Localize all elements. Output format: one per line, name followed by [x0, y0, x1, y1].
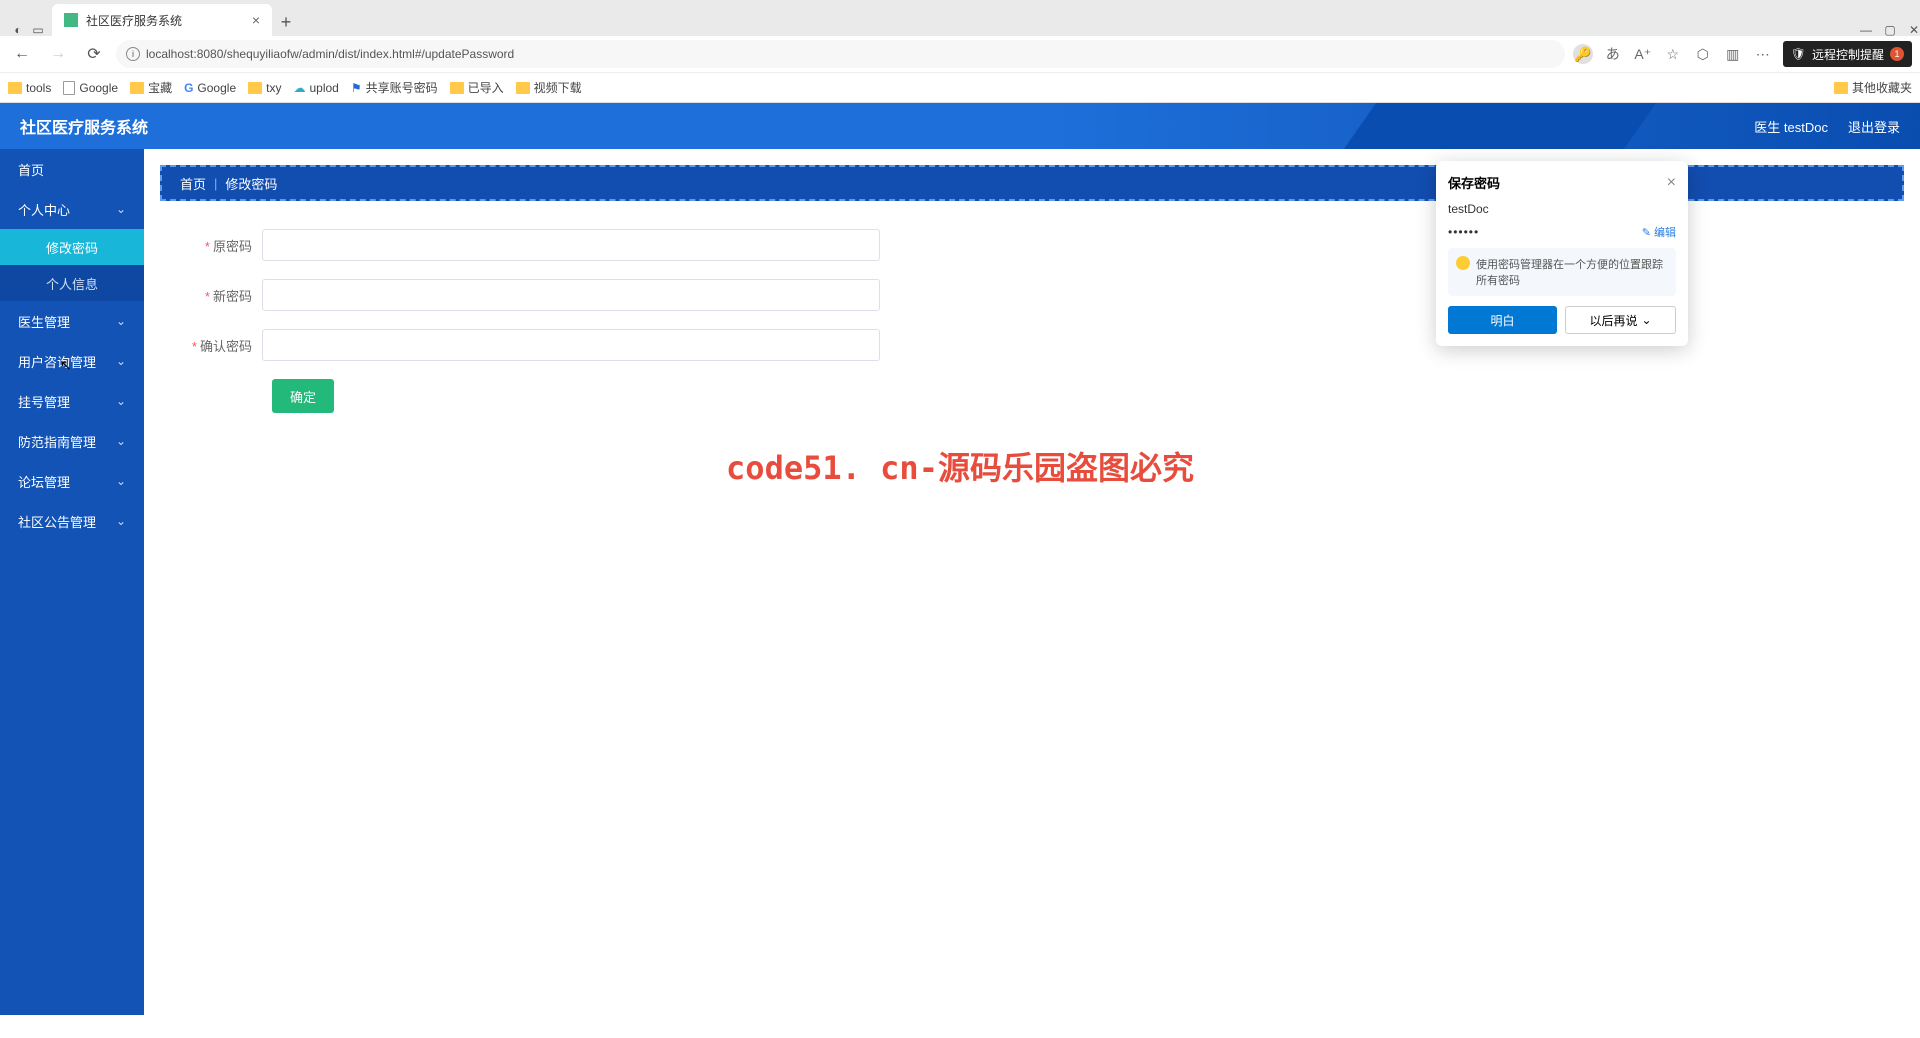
breadcrumb-current: 修改密码 — [225, 174, 277, 193]
read-aloud-icon[interactable]: A⁺ — [1633, 44, 1653, 64]
folder-icon — [1834, 82, 1848, 94]
bookmark-item[interactable]: txy — [248, 81, 281, 95]
bookmark-item[interactable]: Google — [63, 81, 118, 95]
dialog-tip: 使用密码管理器在一个方便的位置跟踪所有密码 — [1448, 248, 1676, 296]
folder-icon — [450, 82, 464, 94]
chevron-down-icon: ⌄ — [1641, 313, 1651, 327]
vue-favicon-icon — [64, 13, 78, 27]
refresh-button[interactable]: ⟳ — [80, 40, 108, 68]
logout-link[interactable]: 退出登录 — [1848, 117, 1900, 136]
share-icon: ⚑ — [351, 81, 362, 95]
chevron-down-icon: ⌄ — [116, 394, 126, 408]
cursor-icon: ↖ — [60, 357, 72, 374]
sidebar-home[interactable]: 首页 — [0, 149, 144, 189]
collections-icon[interactable]: ▥ — [1723, 44, 1743, 64]
new-tab-button[interactable]: + — [272, 8, 300, 36]
google-icon: G — [184, 81, 193, 95]
browser-chrome: ◐ ▭ 社区医疗服务系统 × + — ▢ ✕ ← → ⟳ i localhost… — [0, 0, 1920, 103]
password-form: *原密码 *新密码 *确认密码 确定 — [180, 229, 880, 413]
info-icon[interactable]: i — [126, 47, 140, 61]
close-window-icon[interactable]: ✕ — [1908, 24, 1920, 36]
minimize-icon[interactable]: — — [1860, 24, 1872, 36]
app-header: 社区医疗服务系统 医生 testDoc 退出登录 — [0, 103, 1920, 149]
input-new-password[interactable] — [262, 279, 880, 311]
bookmark-item[interactable]: 已导入 — [450, 79, 504, 96]
submit-button[interactable]: 确定 — [272, 379, 334, 413]
sidebar-item-register[interactable]: 挂号管理⌄ — [0, 381, 144, 421]
dialog-later-button[interactable]: 以后再说⌄ — [1565, 306, 1676, 334]
folder-icon — [8, 82, 22, 94]
bookmark-other[interactable]: 其他收藏夹 — [1834, 79, 1912, 96]
sidebar-item-consult[interactable]: 用户咨询管理⌄ — [0, 341, 144, 381]
tab-close-icon[interactable]: × — [252, 12, 260, 28]
tab-strip: ◐ ▭ 社区医疗服务系统 × + — ▢ ✕ — [0, 0, 1920, 36]
folder-icon — [248, 82, 262, 94]
watermark-big: code51. cn-源码乐园盗图必究 — [726, 443, 1194, 489]
chevron-down-icon: ⌄ — [116, 314, 126, 328]
sidebar-subitem-changepwd[interactable]: 修改密码 — [0, 229, 144, 265]
back-button[interactable]: ← — [8, 40, 36, 68]
bookmark-item[interactable]: tools — [8, 81, 51, 95]
forward-button[interactable]: → — [44, 40, 72, 68]
extensions-icon[interactable]: ⬡ — [1693, 44, 1713, 64]
bookmarks-bar: tools Google 宝藏 GGoogle txy ☁uplod ⚑共享账号… — [0, 72, 1920, 102]
folder-icon — [130, 82, 144, 94]
saved-username: testDoc — [1448, 202, 1489, 216]
sidebar: 首页 个人中心⌄ 修改密码 个人信息 医生管理⌄ 用户咨询管理⌄ 挂号管理⌄ 防… — [0, 149, 144, 1015]
browser-tab[interactable]: 社区医疗服务系统 × — [52, 4, 272, 36]
bookmark-item[interactable]: 宝藏 — [130, 79, 172, 96]
chevron-down-icon: ⌄ — [116, 354, 126, 368]
profile-icon[interactable]: ◐ — [12, 24, 24, 36]
translate-icon[interactable]: あ — [1603, 44, 1623, 64]
breadcrumb-home[interactable]: 首页 — [180, 174, 206, 193]
lightbulb-icon — [1456, 256, 1470, 270]
cloud-icon: ☁ — [293, 81, 305, 95]
chevron-down-icon: ⌄ — [116, 434, 126, 448]
url-text: localhost:8080/shequyiliaofw/admin/dist/… — [146, 47, 514, 61]
key-icon[interactable]: 🔑 — [1573, 44, 1593, 64]
chevron-down-icon: ⌄ — [116, 474, 126, 488]
dialog-ok-button[interactable]: 明白 — [1448, 306, 1557, 334]
bookmark-item[interactable]: ☁uplod — [293, 81, 338, 95]
bookmark-item[interactable]: ⚑共享账号密码 — [351, 79, 438, 96]
label-old-password: *原密码 — [180, 236, 262, 255]
notice-badge: 1 — [1890, 47, 1904, 61]
url-input[interactable]: i localhost:8080/shequyiliaofw/admin/dis… — [116, 40, 1565, 68]
label-confirm-password: *确认密码 — [180, 336, 262, 355]
user-label[interactable]: 医生 testDoc — [1754, 117, 1828, 136]
app-root: 社区医疗服务系统 医生 testDoc 退出登录 首页 个人中心⌄ 修改密码 个… — [0, 103, 1920, 1015]
saved-password-mask: •••••• — [1448, 225, 1479, 239]
favorite-icon[interactable]: ☆ — [1663, 44, 1683, 64]
address-bar: ← → ⟳ i localhost:8080/shequyiliaofw/adm… — [0, 36, 1920, 72]
save-password-dialog: 保存密码 × testDoc •••••• ✎ 编辑 使用密码管理器在一个方便的… — [1436, 161, 1688, 346]
app-title: 社区医疗服务系统 — [20, 114, 148, 138]
folder-icon — [516, 82, 530, 94]
bookmark-item[interactable]: GGoogle — [184, 81, 236, 95]
bookmark-item[interactable]: 视频下载 — [516, 79, 582, 96]
sidebar-subitem-profile[interactable]: 个人信息 — [0, 265, 144, 301]
tab-title: 社区医疗服务系统 — [86, 12, 182, 29]
shield-icon: 🛡 — [1791, 47, 1806, 61]
dialog-title: 保存密码 — [1448, 173, 1500, 192]
maximize-icon[interactable]: ▢ — [1884, 24, 1896, 36]
separator: | — [214, 176, 217, 191]
sidebar-item-guide[interactable]: 防范指南管理⌄ — [0, 421, 144, 461]
edit-link[interactable]: ✎ 编辑 — [1642, 224, 1676, 240]
page-icon — [63, 81, 75, 95]
sidebar-item-doctor[interactable]: 医生管理⌄ — [0, 301, 144, 341]
label-new-password: *新密码 — [180, 286, 262, 305]
menu-icon[interactable]: ⋯ — [1753, 44, 1773, 64]
tabs-icon[interactable]: ▭ — [32, 24, 44, 36]
sidebar-item-forum[interactable]: 论坛管理⌄ — [0, 461, 144, 501]
sidebar-item-notice[interactable]: 社区公告管理⌄ — [0, 501, 144, 541]
input-old-password[interactable] — [262, 229, 880, 261]
remote-control-notice[interactable]: 🛡 远程控制提醒 1 — [1783, 41, 1912, 67]
chevron-down-icon: ⌄ — [116, 514, 126, 528]
sidebar-item-personal[interactable]: 个人中心⌄ — [0, 189, 144, 229]
dialog-close-icon[interactable]: × — [1667, 174, 1676, 192]
input-confirm-password[interactable] — [262, 329, 880, 361]
chevron-down-icon: ⌄ — [116, 202, 126, 216]
